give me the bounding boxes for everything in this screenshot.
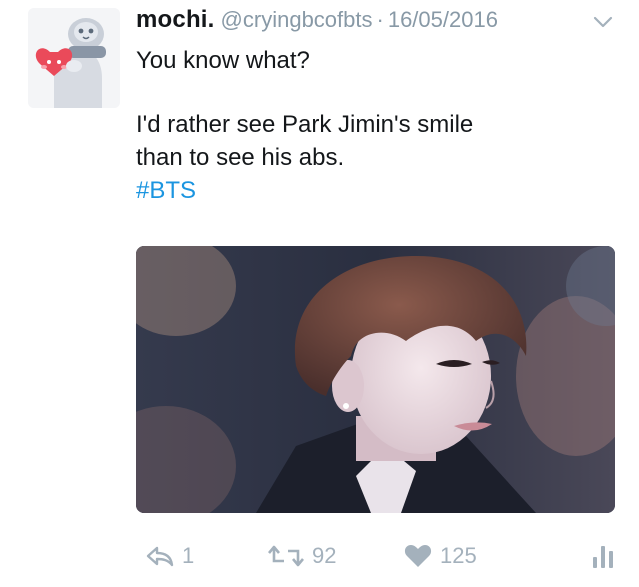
tweet-date[interactable]: 16/05/2016: [388, 7, 498, 32]
photo-image: [136, 246, 615, 513]
separator-dot: ·: [376, 7, 384, 32]
avatar[interactable]: [28, 8, 120, 108]
like-button[interactable]: 125: [404, 540, 477, 572]
hashtag-link[interactable]: #BTS: [136, 174, 616, 207]
retweet-count: 92: [312, 543, 337, 568]
reply-count: 1: [182, 543, 195, 568]
retweet-button[interactable]: 92: [268, 540, 336, 572]
tweet-text: You know what? I'd rather see Park Jimin…: [136, 44, 616, 207]
user-handle[interactable]: @cryingbcofbts: [221, 7, 373, 32]
tweet-header: mochi. @cryingbcofbts · 16/05/2016: [136, 6, 616, 40]
tweet-text-line: I'd rather see Park Jimin's smile: [136, 111, 474, 138]
tweet-text-line: You know what?: [136, 47, 310, 74]
tweet-text-line: than to see his abs.: [136, 144, 345, 171]
heart-icon: [404, 545, 432, 567]
analytics-button[interactable]: [592, 540, 614, 572]
reply-button[interactable]: 1: [146, 540, 194, 572]
retweet-icon: [268, 545, 304, 567]
reply-icon: [146, 546, 174, 567]
like-count: 125: [440, 543, 477, 568]
tweet-actions: 1 92 125: [136, 540, 616, 572]
chevron-down-icon[interactable]: [592, 14, 614, 30]
avatar-image: [28, 8, 120, 108]
tweet-photo[interactable]: [136, 246, 615, 513]
analytics-icon: [593, 546, 613, 568]
display-name[interactable]: mochi.: [136, 6, 215, 33]
